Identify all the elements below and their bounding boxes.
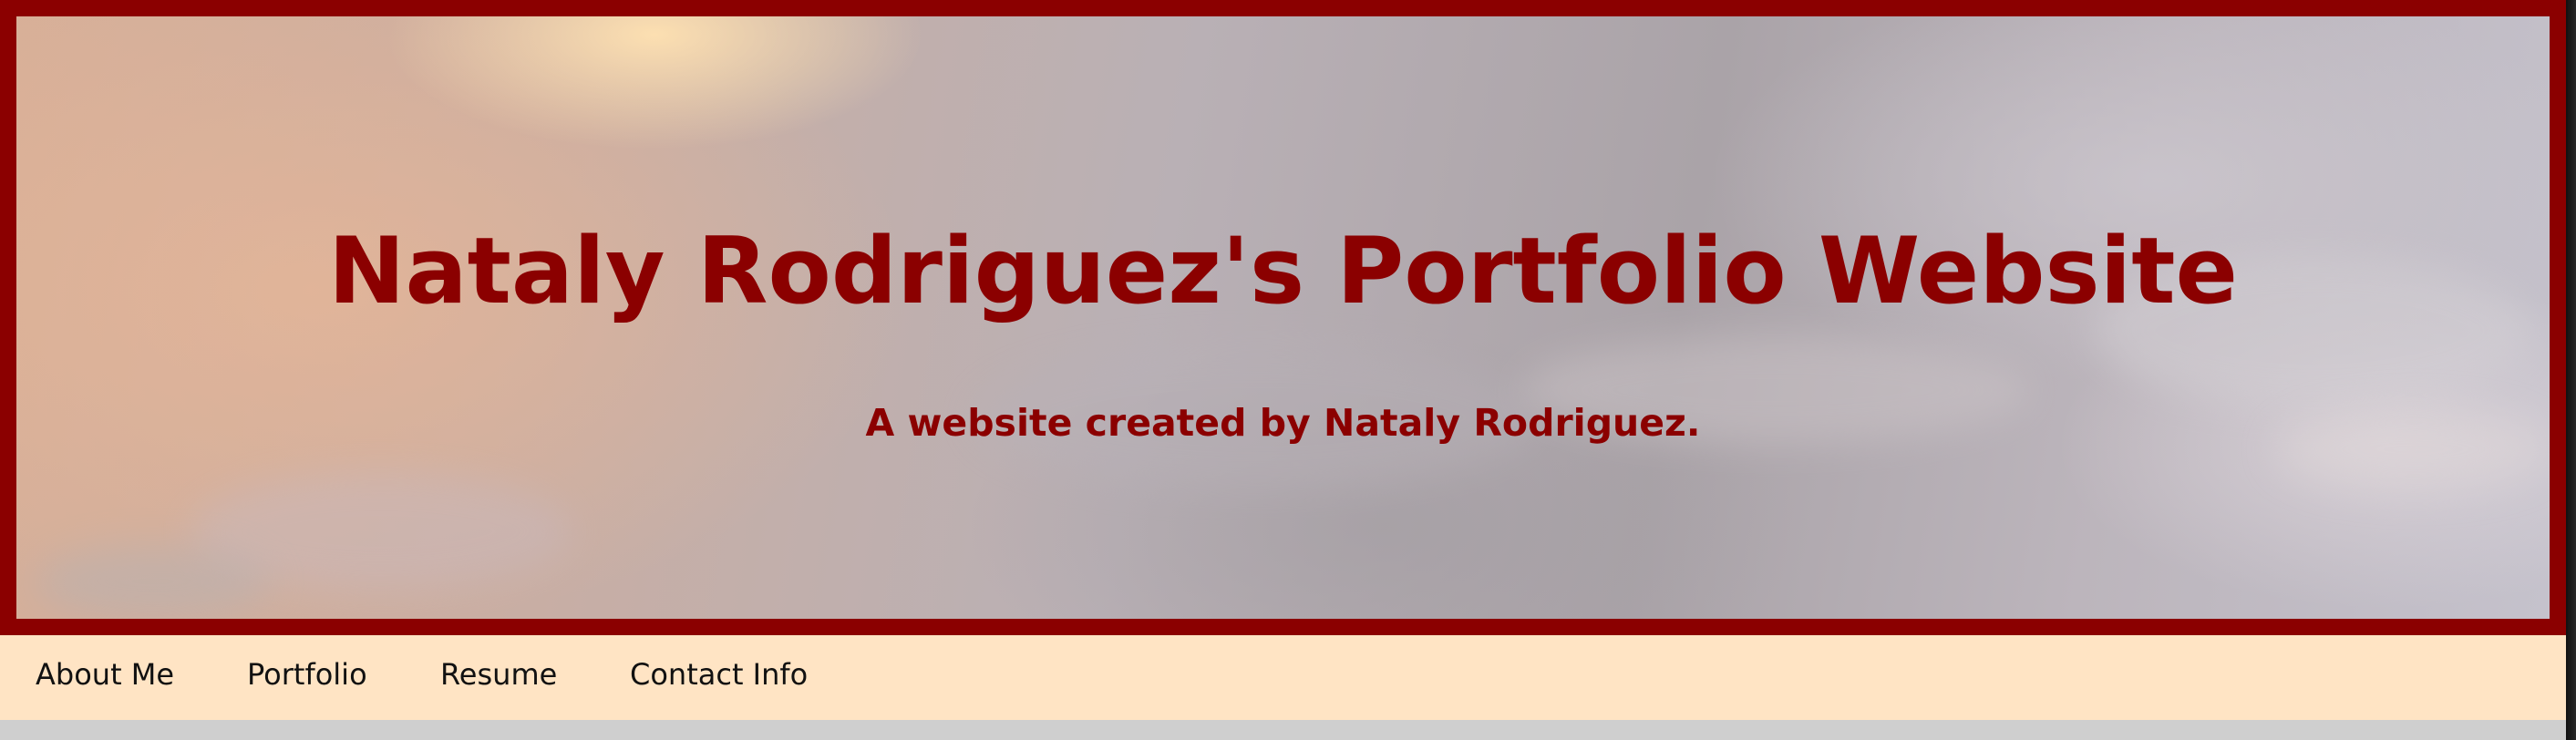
hero-banner: Nataly Rodriguez's Portfolio Website A w… [0, 0, 2566, 635]
window-edge [2566, 0, 2576, 740]
page-subtitle: A website created by Nataly Rodriguez. [865, 401, 1701, 445]
nav-link-about-me[interactable]: About Me [36, 660, 174, 689]
main-navigation: About Me Portfolio Resume Contact Info [0, 635, 2566, 720]
nav-link-resume[interactable]: Resume [440, 660, 557, 689]
nav-link-portfolio[interactable]: Portfolio [247, 660, 367, 689]
page: Nataly Rodriguez's Portfolio Website A w… [0, 0, 2576, 740]
page-title: Nataly Rodriguez's Portfolio Website [327, 217, 2239, 324]
nav-link-contact-info[interactable]: Contact Info [630, 660, 808, 689]
cloud-background-shape [35, 545, 272, 618]
